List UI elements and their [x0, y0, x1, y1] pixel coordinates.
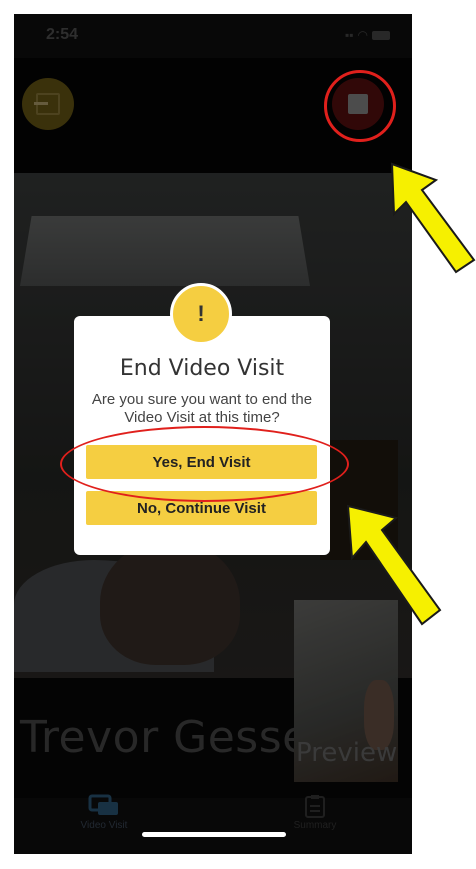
home-indicator[interactable] [142, 832, 286, 837]
highlight-circle-stop [324, 70, 396, 142]
alert-icon: ! [170, 283, 232, 345]
dialog-message: Are you sure you want to end the Video V… [91, 391, 313, 426]
dialog-title: End Video Visit [119, 356, 285, 381]
annotation-arrow-confirm [346, 504, 442, 626]
highlight-ellipse-confirm [60, 426, 349, 502]
annotation-arrow-stop [390, 162, 476, 274]
